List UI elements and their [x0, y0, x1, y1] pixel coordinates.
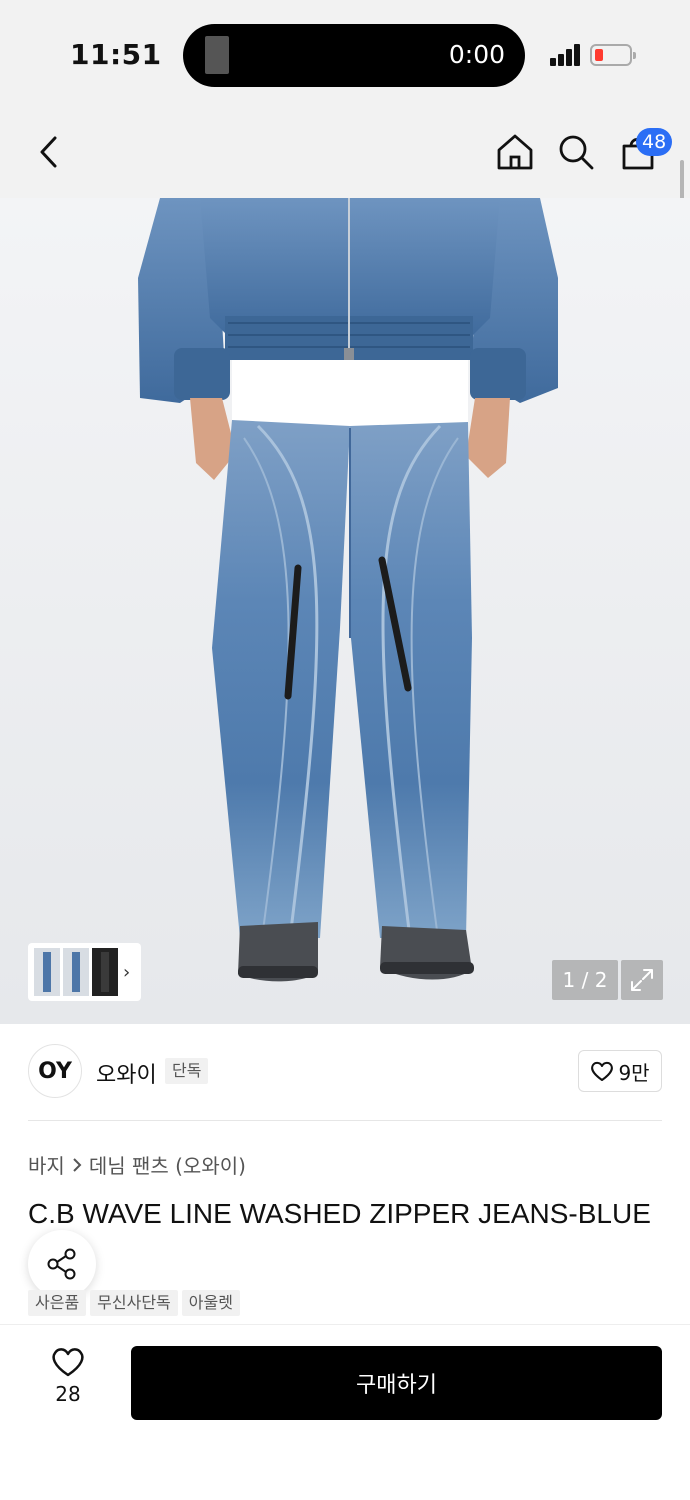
share-icon [47, 1248, 76, 1280]
product-title: C.B WAVE LINE WASHED ZIPPER JEANS-BLUE [28, 1198, 651, 1229]
search-button[interactable] [554, 130, 598, 174]
product-photo [0, 198, 690, 1024]
expand-icon [631, 969, 653, 991]
wishlist-button[interactable]: 28 [40, 1346, 96, 1416]
home-button[interactable] [493, 130, 537, 174]
product-image[interactable] [0, 198, 690, 1024]
cart-count-badge: 48 [636, 128, 673, 156]
home-icon [497, 134, 533, 170]
breadcrumb-subcategory[interactable]: 데님 팬츠 (오와이) [89, 1150, 246, 1179]
status-bar: 11:51 0:00 [0, 0, 690, 110]
nav-bar [0, 110, 690, 198]
status-time: 11:51 [70, 38, 162, 71]
heart-icon [591, 1061, 614, 1081]
media-timer: 0:00 [448, 40, 505, 69]
brand-logo[interactable]: OY [28, 1044, 82, 1098]
search-icon [559, 135, 594, 170]
wishlist-count: 28 [55, 1382, 81, 1406]
tag: 사은품 [28, 1290, 87, 1316]
share-button[interactable] [28, 1230, 96, 1298]
chevron-left-icon [40, 136, 57, 168]
thumbnail[interactable] [63, 948, 89, 996]
tag-list: 사은품 무신사단독 아울렛 [28, 1290, 240, 1316]
breadcrumb: 바지 데님 팬츠 (오와이) [28, 1150, 246, 1179]
exclusive-badge: 단독 [165, 1058, 209, 1084]
signal-icon [550, 44, 582, 66]
thumbnail[interactable] [34, 948, 60, 996]
brand-like-count: 9만 [618, 1060, 650, 1085]
divider [28, 1120, 662, 1121]
media-thumbnail [205, 36, 229, 74]
chevron-right-icon: › [123, 961, 131, 983]
battery-icon [590, 44, 636, 66]
expand-button[interactable] [621, 960, 663, 1000]
back-button[interactable] [26, 130, 70, 174]
chevron-right-icon [73, 1157, 82, 1172]
breadcrumb-category[interactable]: 바지 [28, 1150, 65, 1179]
page-indicator: 1 / 2 [552, 960, 618, 1000]
brand-name[interactable]: 오와이 [96, 1057, 157, 1089]
tag: 아울렛 [181, 1290, 240, 1316]
thumbnail[interactable] [92, 948, 118, 996]
heart-icon [52, 1348, 84, 1377]
dynamic-island[interactable]: 0:00 [183, 24, 525, 87]
buy-button[interactable]: 구매하기 [131, 1346, 662, 1420]
brand-like-button[interactable]: 9만 [578, 1050, 662, 1092]
tag: 무신사단독 [90, 1290, 178, 1316]
thumbnail-strip[interactable]: › [28, 943, 141, 1001]
